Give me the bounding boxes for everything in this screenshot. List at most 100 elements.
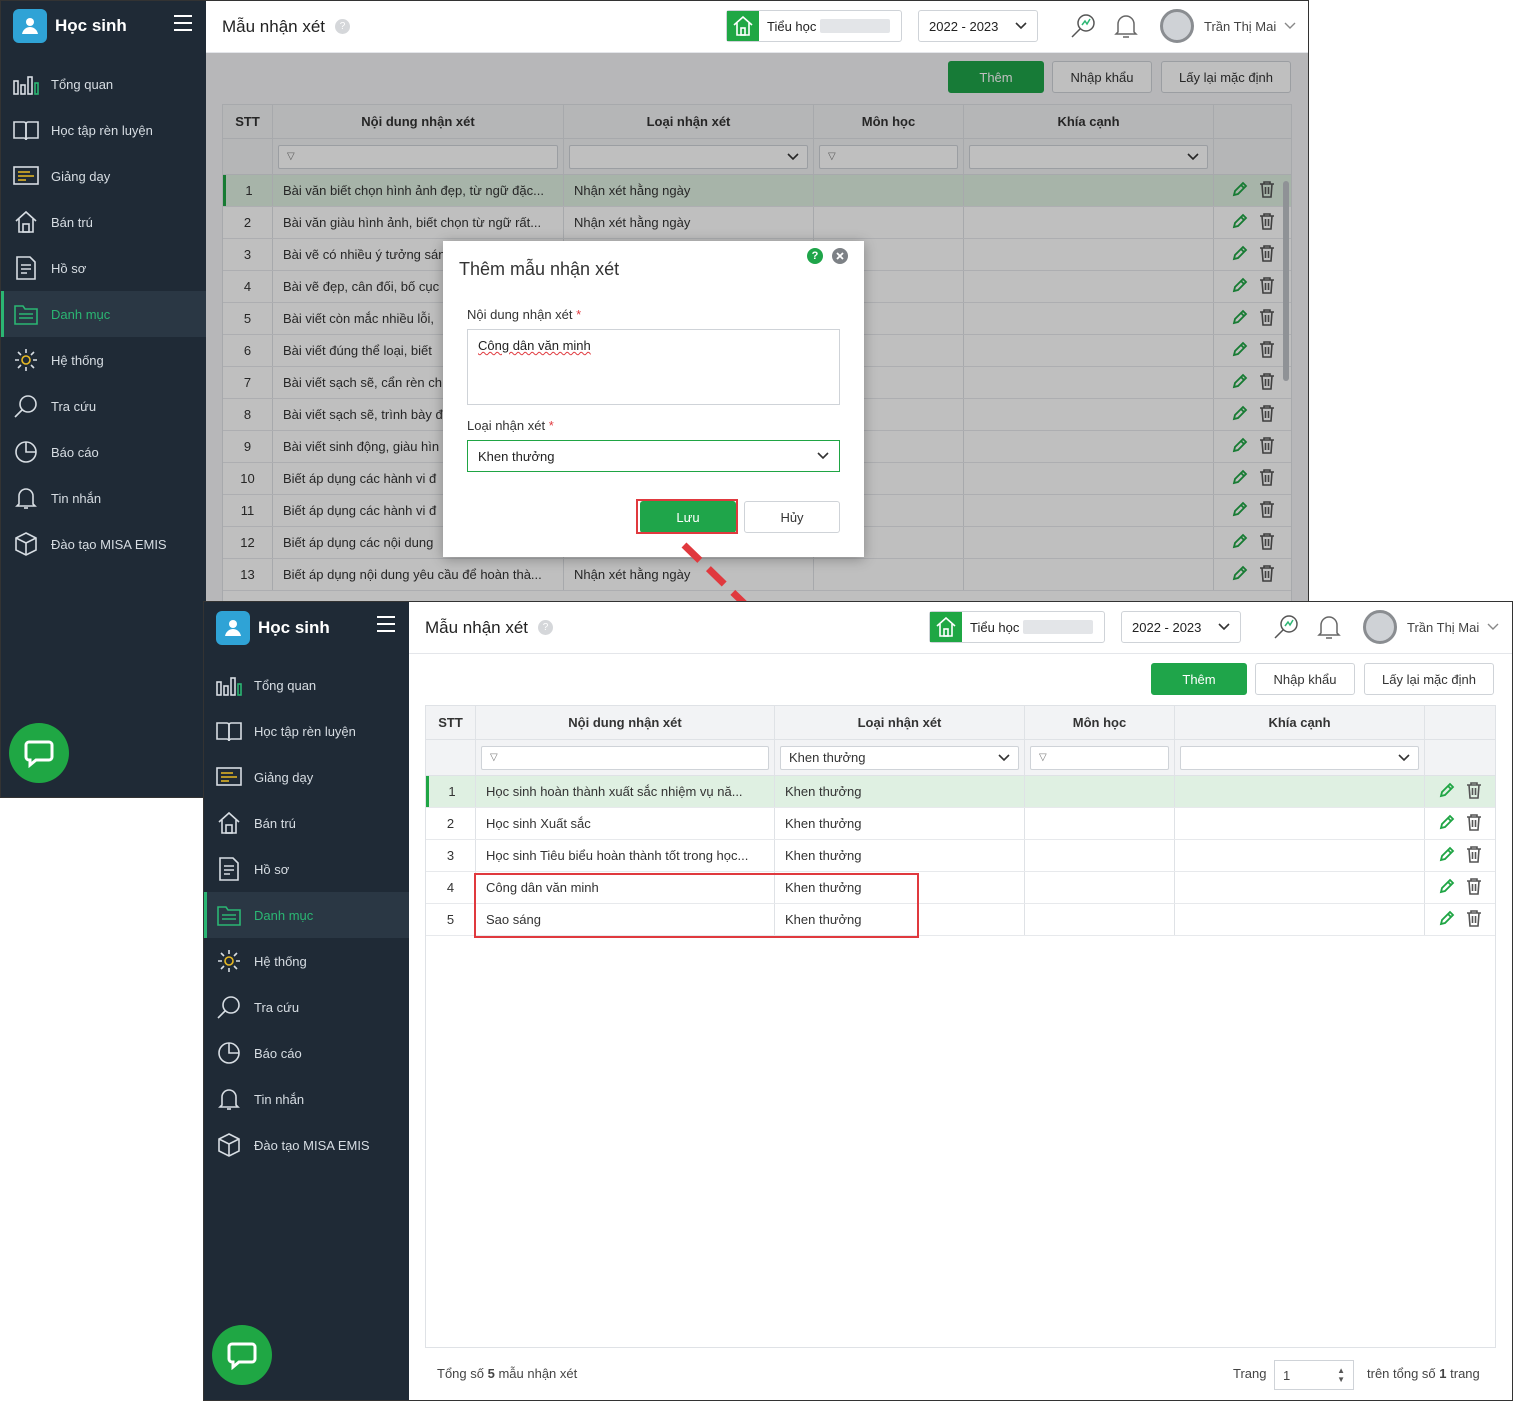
year-select[interactable]: 2022 - 2023	[1121, 611, 1241, 643]
cancel-button[interactable]: Hủy	[744, 501, 840, 533]
sidebar-item-label: Tổng quan	[254, 677, 317, 693]
col-stt[interactable]: STT	[426, 706, 476, 739]
content-textarea[interactable]: Công dân văn minh	[467, 329, 840, 405]
edit-pencil-icon[interactable]	[1438, 813, 1456, 834]
sidebar-item-bao-cao[interactable]: Báo cáo	[204, 1030, 409, 1076]
type-select[interactable]: Khen thưởng	[467, 440, 840, 472]
user-menu[interactable]: Trần Thị Mai	[1160, 9, 1296, 43]
hamburger-menu-icon[interactable]	[174, 15, 192, 31]
page-stepper-icon[interactable]: ▲ ▼	[1337, 1366, 1345, 1384]
home-icon	[216, 810, 242, 836]
sidebar: Học sinh Tổng quan Học tập rèn luyện Giả…	[1, 1, 206, 797]
import-button[interactable]: Nhập khẩu	[1255, 663, 1355, 695]
sidebar-item-tra-cuu[interactable]: Tra cứu	[1, 383, 206, 429]
sidebar-item-he-thong[interactable]: Hệ thống	[1, 337, 206, 383]
chat-button[interactable]	[9, 723, 69, 783]
sidebar-item-tong-quan[interactable]: Tổng quan	[1, 61, 206, 107]
school-selector[interactable]: Tiểu học	[929, 611, 1105, 643]
sidebar-item-danh-muc[interactable]: Danh mục	[1, 291, 206, 337]
sidebar-item-label: Giảng dạy	[254, 769, 314, 785]
sidebar-item-danh-muc[interactable]: Danh mục	[204, 892, 409, 938]
bell-icon	[13, 485, 39, 511]
hamburger-menu-icon[interactable]	[377, 616, 395, 632]
sidebar-item-giang-day[interactable]: Giảng dạy	[1, 153, 206, 199]
topbar: Mẫu nhận xét ? Tiểu học 2022 - 2023 Trần…	[409, 602, 1512, 654]
edit-pencil-icon[interactable]	[1438, 877, 1456, 898]
row-actions	[1425, 904, 1495, 935]
sidebar-item-hoc-tap[interactable]: Học tập rèn luyện	[1, 107, 206, 153]
year-select[interactable]: 2022 - 2023	[918, 10, 1038, 42]
col-content[interactable]: Nội dung nhận xét	[476, 706, 775, 739]
school-selector[interactable]: Tiểu học	[726, 10, 902, 42]
sidebar-item-bao-cao[interactable]: Báo cáo	[1, 429, 206, 475]
edit-pencil-icon[interactable]	[1438, 845, 1456, 866]
sidebar-item-ho-so[interactable]: Hồ sơ	[204, 846, 409, 892]
chevron-down-icon	[1218, 623, 1230, 631]
cell-content: Học sinh hoàn thành xuất sắc nhiệm vụ nă…	[476, 776, 775, 807]
sidebar-item-ban-tru[interactable]: Bán trú	[1, 199, 206, 245]
comment-template-grid: STT Nội dung nhận xét Loại nhận xét Môn …	[425, 705, 1496, 1348]
grid-header: STT Nội dung nhận xét Loại nhận xét Môn …	[426, 706, 1495, 740]
sidebar-item-ho-so[interactable]: Hồ sơ	[1, 245, 206, 291]
sidebar-item-he-thong[interactable]: Hệ thống	[204, 938, 409, 984]
add-button[interactable]: Thêm	[1151, 663, 1247, 695]
sidebar-nav: Tổng quan Học tập rèn luyện Giảng dạy Bá…	[1, 61, 206, 567]
delete-trash-icon[interactable]	[1466, 781, 1482, 802]
table-row[interactable]: 1 Học sinh hoàn thành xuất sắc nhiệm vụ n…	[426, 776, 1495, 808]
notification-bell-icon[interactable]	[1317, 614, 1343, 640]
sidebar-item-hoc-tap[interactable]: Học tập rèn luyện	[204, 708, 409, 754]
sidebar-item-tin-nhan[interactable]: Tin nhắn	[1, 475, 206, 521]
filter-content-input[interactable]: ▽	[481, 745, 769, 770]
book-icon	[216, 718, 242, 744]
dialog-help-icon[interactable]: ?	[807, 248, 823, 264]
delete-trash-icon[interactable]	[1466, 909, 1482, 930]
cell-aspect	[1175, 808, 1425, 839]
col-aspect[interactable]: Khía cạnh	[1175, 706, 1425, 739]
type-field-label: Loại nhận xét *	[467, 418, 554, 433]
search-analytics-icon[interactable]	[1273, 614, 1299, 640]
window-after: Học sinh Tổng quan Học tập rèn luyện Giả…	[203, 601, 1513, 1401]
main-content: Mẫu nhận xét ? Tiểu học 2022 - 2023 Trần…	[409, 602, 1512, 1400]
reset-default-button[interactable]: Lấy lại mặc định	[1364, 663, 1494, 695]
row-actions	[1425, 808, 1495, 839]
cell-aspect	[1175, 872, 1425, 903]
school-home-icon	[727, 11, 759, 41]
chevron-down-icon	[1284, 22, 1296, 29]
page-input[interactable]: 1 ▲ ▼	[1274, 1360, 1354, 1390]
chat-button[interactable]	[212, 1325, 272, 1385]
sidebar-item-ban-tru[interactable]: Bán trú	[204, 800, 409, 846]
chevron-down-icon	[1015, 22, 1027, 30]
search-analytics-icon[interactable]	[1070, 13, 1096, 39]
filter-type-select[interactable]: Khen thưởng	[780, 745, 1019, 770]
notification-bell-icon[interactable]	[1114, 13, 1140, 39]
topbar: Mẫu nhận xét ? Tiểu học 2022 - 2023 Trần…	[206, 1, 1308, 53]
book-icon	[13, 117, 39, 143]
school-name-redacted	[1023, 620, 1094, 634]
table-row[interactable]: 3 Học sinh Tiêu biểu hoàn thành tốt trong…	[426, 840, 1495, 872]
user-menu[interactable]: Trần Thị Mai	[1363, 610, 1499, 644]
sidebar-item-tong-quan[interactable]: Tổng quan	[204, 662, 409, 708]
sidebar-item-tra-cuu[interactable]: Tra cứu	[204, 984, 409, 1030]
col-subject[interactable]: Môn học	[1025, 706, 1175, 739]
filter-aspect-select[interactable]	[1180, 745, 1419, 770]
sidebar-item-dao-tao[interactable]: Đào tạo MISA EMIS	[204, 1122, 409, 1168]
col-type[interactable]: Loại nhận xét	[775, 706, 1025, 739]
filter-type-value: Khen thưởng	[789, 750, 866, 765]
delete-trash-icon[interactable]	[1466, 877, 1482, 898]
edit-pencil-icon[interactable]	[1438, 781, 1456, 802]
cell-stt: 2	[426, 808, 476, 839]
sidebar-item-giang-day[interactable]: Giảng dạy	[204, 754, 409, 800]
edit-pencil-icon[interactable]	[1438, 909, 1456, 930]
sidebar-item-tin-nhan[interactable]: Tin nhắn	[204, 1076, 409, 1122]
filter-subject-input[interactable]: ▽	[1030, 745, 1169, 770]
table-row[interactable]: 2 Học sinh Xuất sắc Khen thưởng	[426, 808, 1495, 840]
sidebar-item-label: Hệ thống	[51, 352, 104, 368]
delete-trash-icon[interactable]	[1466, 845, 1482, 866]
help-icon[interactable]: ?	[335, 19, 351, 34]
delete-trash-icon[interactable]	[1466, 813, 1482, 834]
new-rows-highlight-box	[474, 873, 919, 938]
dialog-close-icon[interactable]	[832, 248, 848, 264]
sidebar-item-dao-tao[interactable]: Đào tạo MISA EMIS	[1, 521, 206, 567]
app-name: Học sinh	[258, 618, 330, 637]
help-icon[interactable]: ?	[538, 620, 554, 635]
